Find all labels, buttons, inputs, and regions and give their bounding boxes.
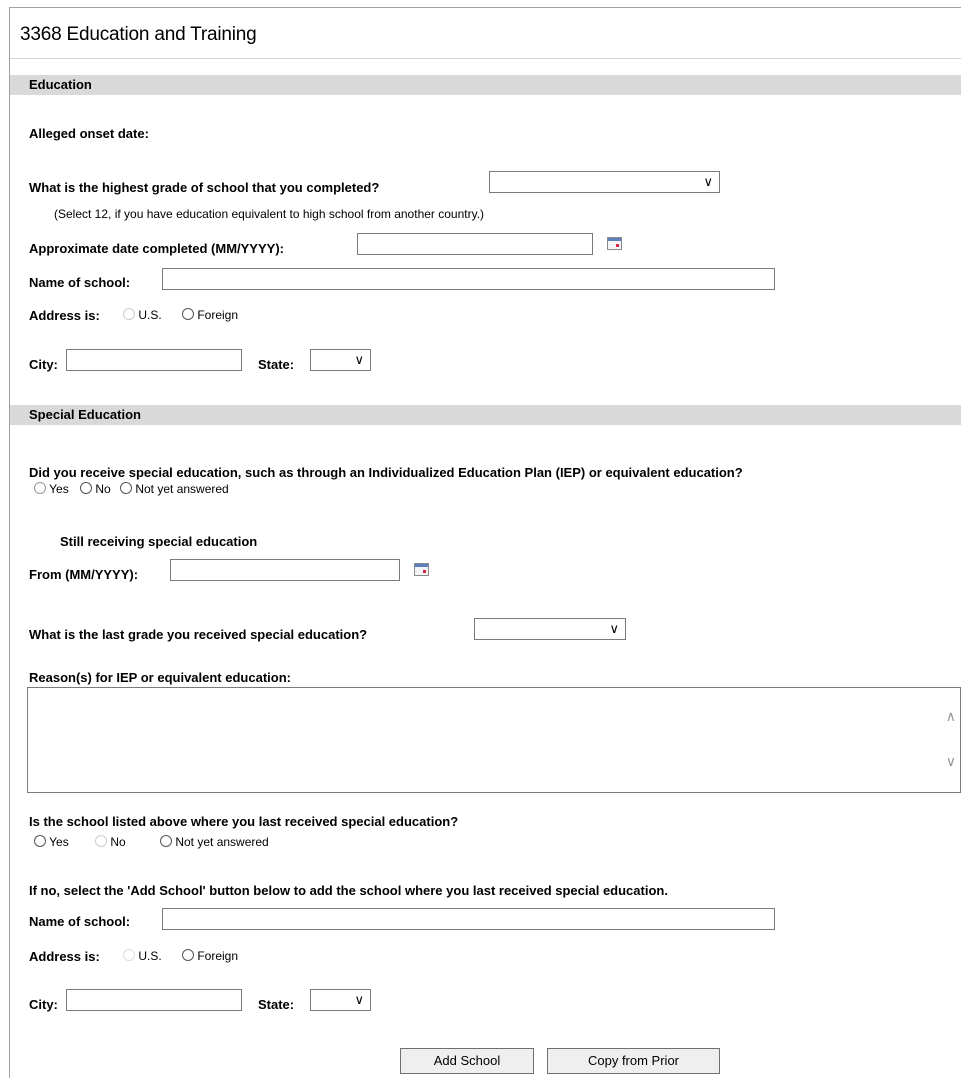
section-header-special-education: Special Education	[10, 405, 961, 425]
chevron-up-icon[interactable]: ∧	[946, 708, 956, 725]
radio-us[interactable]	[123, 308, 135, 320]
highest-grade-select[interactable]: ∨	[489, 171, 720, 193]
date-completed-label: Approximate date completed (MM/YYYY):	[29, 241, 284, 256]
onset-date-label: Alleged onset date:	[29, 126, 149, 141]
special-state-select[interactable]: ∨	[310, 989, 371, 1011]
still-receiving-label: Still receiving special education	[60, 534, 258, 549]
school-listed-option-no[interactable]: No	[95, 835, 126, 849]
calendar-icon[interactable]	[607, 237, 622, 250]
section-header-education: Education	[10, 75, 961, 95]
special-address-type-label: Address is:	[29, 949, 100, 964]
city-redaction	[70, 352, 154, 368]
chevron-down-icon[interactable]: ∨	[946, 753, 956, 770]
special-address-option-foreign[interactable]: Foreign	[182, 949, 238, 963]
chevron-down-icon: ∨	[703, 174, 713, 189]
special-city-redaction	[70, 992, 154, 1008]
from-date-label: From (MM/YYYY):	[29, 567, 139, 582]
school-name-label: Name of school:	[29, 275, 131, 290]
state-label: State:	[258, 357, 295, 372]
redacted-area	[501, 352, 789, 402]
onset-date-value	[193, 122, 279, 142]
special-address-option-us[interactable]: U.S.	[123, 949, 162, 963]
radio-not-answered[interactable]	[160, 835, 172, 847]
highest-grade-question: What is the highest grade of school that…	[29, 180, 380, 195]
radio-no[interactable]	[80, 482, 92, 494]
state-select[interactable]: ∨	[310, 349, 371, 371]
page-title: 3368 Education and Training	[20, 24, 257, 45]
radio-yes[interactable]	[34, 835, 46, 847]
radio-foreign[interactable]	[182, 949, 194, 961]
radio-yes[interactable]	[34, 482, 46, 494]
special-education-question: Did you receive special education, such …	[29, 465, 743, 480]
reasons-label: Reason(s) for IEP or equivalent educatio…	[29, 670, 291, 685]
special-school-name-redaction	[165, 911, 331, 929]
chevron-down-icon: ∨	[609, 621, 619, 636]
last-grade-select[interactable]: ∨	[474, 618, 626, 640]
last-grade-question: What is the last grade you received spec…	[29, 627, 368, 642]
school-name-redaction	[165, 271, 335, 289]
still-receiving-checkbox[interactable]	[31, 530, 53, 552]
highest-grade-note: (Select 12, if you have education equiva…	[54, 207, 485, 221]
chevron-down-icon: ∨	[354, 992, 364, 1007]
radio-us[interactable]	[123, 949, 135, 961]
title-divider	[10, 58, 961, 59]
add-school-instruction: If no, select the 'Add School' button be…	[29, 883, 668, 898]
chevron-down-icon: ∨	[354, 352, 364, 367]
school-listed-option-not-answered[interactable]: Not yet answered	[160, 835, 269, 849]
special-city-label: City:	[29, 997, 58, 1012]
date-completed-input[interactable]	[357, 233, 593, 255]
address-type-label: Address is:	[29, 308, 100, 323]
special-option-no[interactable]: No	[80, 482, 111, 496]
calendar-icon[interactable]	[414, 563, 429, 576]
address-option-foreign[interactable]: Foreign	[182, 308, 238, 322]
special-state-label: State:	[258, 997, 295, 1012]
special-option-yes[interactable]: Yes	[34, 482, 69, 496]
special-option-not-answered[interactable]: Not yet answered	[120, 482, 229, 496]
add-school-button[interactable]: Add School	[400, 1048, 534, 1074]
radio-no[interactable]	[95, 835, 107, 847]
copy-from-prior-button[interactable]: Copy from Prior	[547, 1048, 720, 1074]
school-listed-option-yes[interactable]: Yes	[34, 835, 69, 849]
radio-not-answered[interactable]	[120, 482, 132, 494]
school-listed-question: Is the school listed above where you las…	[29, 814, 459, 829]
radio-foreign[interactable]	[182, 308, 194, 320]
city-label: City:	[29, 357, 58, 372]
address-option-us[interactable]: U.S.	[123, 308, 162, 322]
special-school-name-label: Name of school:	[29, 914, 131, 929]
from-date-input[interactable]	[170, 559, 400, 581]
reasons-textarea[interactable]: ∧ ∨	[27, 687, 961, 793]
